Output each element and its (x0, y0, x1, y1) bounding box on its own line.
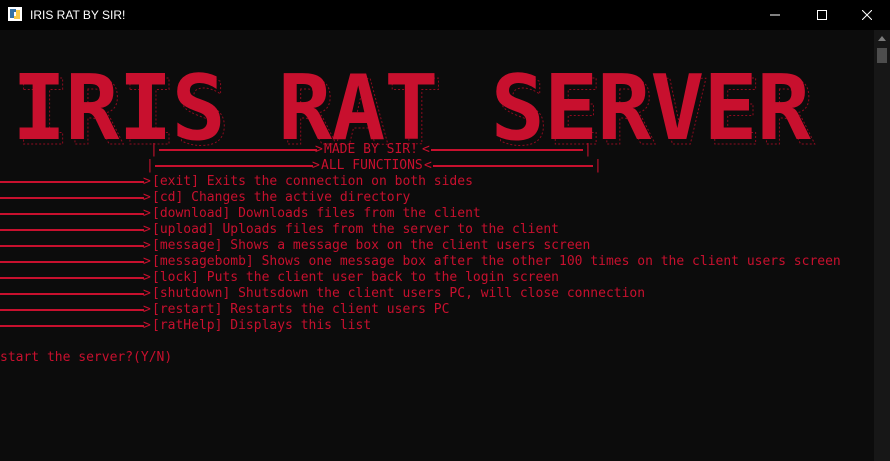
function-cd: [cd] Changes the active directory (152, 190, 411, 205)
list-item: > [restart] Restarts the client users PC (0, 302, 874, 318)
chevron-up-icon (878, 36, 886, 41)
function-shutdown: [shutdown] Shutsdown the client users PC… (152, 286, 646, 301)
made-by-line: | > MADE BY SIR! < | (150, 142, 592, 157)
list-item: > [ratHelp] Displays this list (0, 318, 874, 334)
close-button[interactable] (844, 0, 890, 30)
list-item: > [upload] Uploads files from the server … (0, 222, 874, 238)
vertical-scrollbar[interactable] (874, 30, 890, 461)
banner-title: IRIS RAT SERVER (12, 56, 812, 152)
minimize-button[interactable] (752, 0, 798, 30)
function-messagebomb: [messagebomb] Shows one message box afte… (152, 254, 841, 269)
all-functions-text: ALL FUNCTIONS (321, 158, 423, 173)
server-start-prompt: start the server?(Y/N) (0, 350, 173, 365)
list-item: > [message] Shows a message box on the cl… (0, 238, 874, 254)
python-app-icon (8, 7, 22, 21)
made-by-text: MADE BY SIR! (324, 142, 418, 157)
console-output[interactable]: IRIS RAT SERVER IRIS RAT SERVER | > MADE… (0, 30, 874, 461)
window-title: IRIS RAT BY SIR! (30, 8, 126, 22)
function-rathelp: [ratHelp] Displays this list (152, 318, 372, 333)
title-bar: IRIS RAT BY SIR! (0, 0, 890, 30)
list-item: > [messagebomb] Shows one message box aft… (0, 254, 874, 270)
list-item: > [lock] Puts the client user back to the… (0, 270, 874, 286)
minimize-icon (770, 14, 780, 16)
function-upload: [upload] Uploads files from the server t… (152, 222, 559, 237)
function-lock: [lock] Puts the client user back to the … (152, 270, 559, 285)
list-item: > [cd] Changes the active directory (0, 190, 874, 206)
list-item: > [exit] Exits the connection on both sid… (0, 174, 874, 190)
close-icon (862, 10, 872, 20)
function-download: [download] Downloads files from the clie… (152, 206, 481, 221)
scroll-up-button[interactable] (874, 30, 890, 46)
function-message: [message] Shows a message box on the cli… (152, 238, 591, 253)
maximize-icon (817, 10, 827, 20)
function-restart: [restart] Restarts the client users PC (152, 302, 450, 317)
function-exit: [exit] Exits the connection on both side… (152, 174, 473, 189)
list-item: > [download] Downloads files from the cli… (0, 206, 874, 222)
scrollbar-thumb[interactable] (877, 48, 887, 63)
list-item: > [shutdown] Shutsdown the client users P… (0, 286, 874, 302)
maximize-button[interactable] (799, 0, 845, 30)
banner-ascii-art: IRIS RAT SERVER IRIS RAT SERVER (12, 56, 817, 152)
all-functions-line: | > ALL FUNCTIONS < | (146, 158, 602, 173)
